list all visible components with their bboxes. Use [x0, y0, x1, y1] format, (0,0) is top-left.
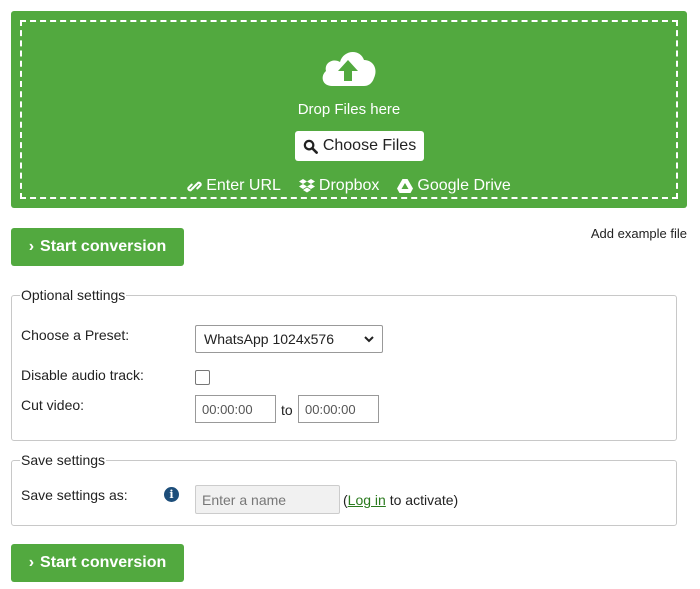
- chevron-down-icon: [364, 335, 374, 342]
- search-icon: [303, 139, 318, 154]
- optional-settings-legend: Optional settings: [21, 287, 126, 303]
- disable-audio-label: Disable audio track:: [21, 367, 144, 383]
- start-conversion-label: Start conversion: [40, 238, 167, 255]
- choose-files-button[interactable]: Choose Files: [295, 131, 424, 161]
- enter-url-link[interactable]: Enter URL: [187, 177, 281, 195]
- login-to-activate-text: (Log in to activate): [343, 492, 458, 508]
- activate-suffix: to activate): [385, 492, 459, 508]
- start-conversion-button[interactable]: › Start conversion: [11, 228, 184, 266]
- start-conversion-label: Start conversion: [40, 554, 167, 571]
- settings-name-input[interactable]: Enter a name: [195, 485, 340, 514]
- start-conversion-button-bottom[interactable]: › Start conversion: [11, 544, 184, 582]
- cloud-upload-icon: [322, 51, 376, 86]
- file-dropzone[interactable]: Drop Files here Choose Files Enter URL D…: [11, 11, 687, 208]
- link-icon: [187, 181, 202, 191]
- google-drive-label: Google Drive: [417, 177, 511, 194]
- file-sources: Enter URL Dropbox Google Drive: [11, 177, 687, 195]
- cut-start-input[interactable]: 00:00:00: [195, 395, 276, 423]
- chevron-right-icon: ›: [28, 238, 35, 255]
- preset-select[interactable]: WhatsApp 1024x576: [195, 325, 383, 353]
- enter-url-label: Enter URL: [206, 177, 281, 194]
- choose-files-label: Choose Files: [322, 137, 417, 154]
- dropbox-link[interactable]: Dropbox: [298, 177, 380, 195]
- disable-audio-checkbox[interactable]: [195, 370, 210, 385]
- info-icon[interactable]: i: [164, 487, 179, 502]
- chevron-right-icon: ›: [28, 554, 35, 571]
- google-drive-link[interactable]: Google Drive: [397, 177, 511, 195]
- preset-value: WhatsApp 1024x576: [204, 331, 334, 347]
- login-link[interactable]: Log in: [348, 492, 386, 508]
- save-settings-legend: Save settings: [21, 452, 106, 468]
- cut-to-label: to: [281, 402, 293, 418]
- save-settings-label: Save settings as:: [21, 487, 128, 503]
- google-drive-icon: [397, 179, 414, 193]
- preset-label: Choose a Preset:: [21, 327, 130, 343]
- drop-files-text: Drop Files here: [297, 101, 401, 118]
- dropbox-label: Dropbox: [318, 177, 380, 194]
- cut-end-input[interactable]: 00:00:00: [298, 395, 379, 423]
- cut-video-label: Cut video:: [21, 397, 85, 413]
- dropbox-icon: [298, 179, 315, 193]
- add-example-file-link[interactable]: Add example file: [591, 226, 687, 241]
